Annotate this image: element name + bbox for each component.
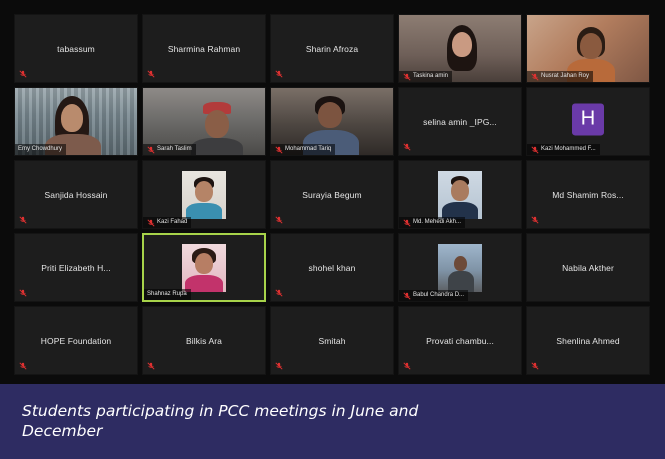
mic-muted-icon — [275, 216, 283, 224]
participant-name: Md Shamim Ros... — [552, 189, 624, 200]
participant-video-tile[interactable]: Mohammad Tariq — [270, 87, 394, 156]
mic-muted-icon — [147, 70, 155, 78]
active-speaker-tile[interactable]: Shahnaz Rupa — [142, 233, 266, 302]
participant-name: Shenlina Ahmed — [556, 335, 620, 346]
profile-photo — [182, 243, 226, 292]
participant-tile[interactable]: Surayia Begum — [270, 160, 394, 229]
participant-tile[interactable]: Md. Mehedi Akh... — [398, 160, 522, 229]
participant-gallery: tabassum Sharmina Rahman Sharin Afroza T… — [14, 14, 654, 379]
participant-name-label: Shahnaz Rupa — [144, 289, 191, 300]
profile-photo — [438, 170, 482, 219]
photo-caption: Students participating in PCC meetings i… — [22, 402, 419, 440]
mic-muted-icon — [275, 146, 283, 154]
participant-tile[interactable]: selina amin _IPG... — [398, 87, 522, 156]
mic-muted-icon — [403, 219, 411, 227]
profile-photo — [438, 243, 482, 292]
participant-name: tabassum — [57, 43, 95, 54]
video-call-screen: tabassum Sharmina Rahman Sharin Afroza T… — [0, 0, 665, 384]
participant-name: HOPE Foundation — [40, 335, 112, 346]
participant-name: Nabila Akther — [562, 262, 614, 273]
participant-tile[interactable]: Nabila Akther — [526, 233, 650, 302]
participant-tile[interactable]: Sharmina Rahman — [142, 14, 266, 83]
participant-tile[interactable]: Sanjida Hossain — [14, 160, 138, 229]
participant-name: Smitah — [318, 335, 346, 346]
participant-tile[interactable]: shohel khan — [270, 233, 394, 302]
mic-muted-icon — [403, 292, 411, 300]
participant-name: Sharmina Rahman — [167, 43, 241, 54]
participant-tile[interactable]: tabassum — [14, 14, 138, 83]
mic-muted-icon — [19, 70, 27, 78]
participant-name: Surayia Begum — [302, 189, 362, 200]
mic-muted-icon — [531, 146, 539, 154]
participant-tile[interactable]: Sharin Afroza — [270, 14, 394, 83]
participant-tile[interactable]: Bilkis Ara — [142, 306, 266, 375]
profile-photo — [182, 170, 226, 219]
caption-bar: Students participating in PCC meetings i… — [0, 384, 665, 459]
participant-tile[interactable]: Priti Elizabeth H... — [14, 233, 138, 302]
participant-tile[interactable]: Babul Chandra D... — [398, 233, 522, 302]
participant-tile[interactable]: Shenlina Ahmed — [526, 306, 650, 375]
participant-tile[interactable]: Smitah — [270, 306, 394, 375]
participant-video-tile[interactable]: Nusrat Jahan Roy — [526, 14, 650, 83]
mic-muted-icon — [403, 143, 411, 151]
participant-video-tile[interactable]: Taskina amin — [398, 14, 522, 83]
participant-video-tile[interactable]: Emy Chowdhury — [14, 87, 138, 156]
participant-tile[interactable]: Kazi Fahad — [142, 160, 266, 229]
participant-video-tile[interactable]: Sarah Taslim — [142, 87, 266, 156]
mic-muted-icon — [275, 289, 283, 297]
participant-tile[interactable]: HOPE Foundation — [14, 306, 138, 375]
participant-tile[interactable]: H Kazi Mohammed F... — [526, 87, 650, 156]
participant-name: Sharin Afroza — [305, 43, 359, 54]
mic-muted-icon — [19, 289, 27, 297]
mic-muted-icon — [403, 362, 411, 370]
participant-avatar: H — [572, 102, 604, 135]
participant-name: Bilkis Ara — [186, 335, 222, 346]
mic-muted-icon — [403, 73, 411, 81]
mic-muted-icon — [19, 216, 27, 224]
mic-muted-icon — [275, 70, 283, 78]
participant-name-label: Emy Chowdhury — [15, 144, 67, 155]
participant-name: selina amin _IPG... — [423, 116, 497, 127]
mic-muted-icon — [275, 362, 283, 370]
mic-muted-icon — [531, 73, 539, 81]
participant-tile[interactable]: Provati chambu... — [398, 306, 522, 375]
participant-name: Priti Elizabeth H... — [41, 262, 111, 273]
mic-muted-icon — [531, 362, 539, 370]
participant-tile[interactable]: Md Shamim Ros... — [526, 160, 650, 229]
participant-name: Sanjida Hossain — [44, 189, 108, 200]
mic-muted-icon — [147, 362, 155, 370]
participant-name: Provati chambu... — [426, 335, 494, 346]
participant-name: shohel khan — [308, 262, 356, 273]
mic-muted-icon — [531, 216, 539, 224]
mic-muted-icon — [19, 362, 27, 370]
mic-muted-icon — [147, 146, 155, 154]
mic-muted-icon — [147, 219, 155, 227]
